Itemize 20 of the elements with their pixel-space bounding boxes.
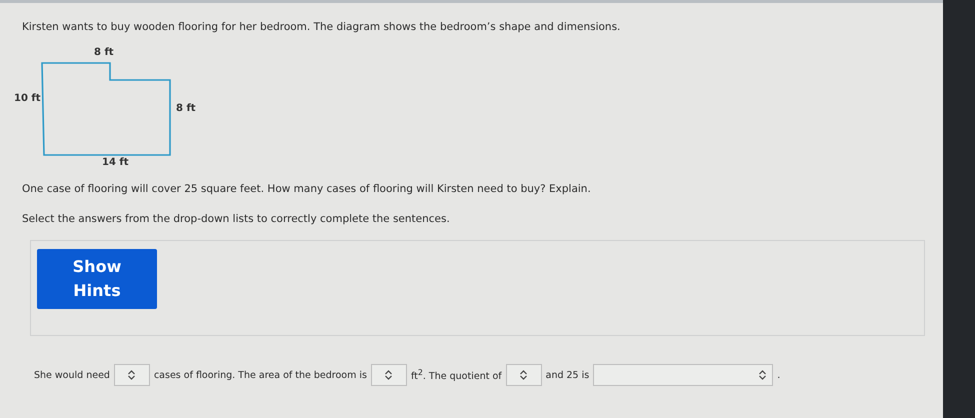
answer-dropdown[interactable] <box>370 364 407 386</box>
question-text: One case of flooring will cover 25 square feet. How many cases of flooring will Kirsten need to buy? Explain. <box>22 183 592 195</box>
sentence-text: . <box>777 370 780 380</box>
caret-icon <box>759 370 766 380</box>
dimension-label: 8 ft <box>176 103 196 114</box>
show-hints-button[interactable]: Show Hints <box>37 249 157 309</box>
sentence-text: cases of flooring. The area of the bedroom is <box>154 370 367 380</box>
sentence-text: and 25 is <box>546 370 590 380</box>
sentence-text: She would need <box>34 370 110 380</box>
sentence-text: ft$^{2}$. The quotient of <box>410 368 502 382</box>
question-text: Kirsten wants to buy wooden flooring for her bedroom. The diagram shows the bedroom’s shape and dimensions. <box>22 21 622 33</box>
instruction-text: Select the answers from the drop-down lists to correctly complete the sentences. <box>22 213 451 225</box>
caret-icon <box>128 370 136 380</box>
caret-icon <box>520 370 528 380</box>
dimension-label: 8 ft <box>94 47 114 58</box>
answer-dropdown[interactable] <box>114 364 150 386</box>
dimension-label: 14 ft <box>102 157 129 168</box>
answer-dropdown[interactable] <box>506 364 542 386</box>
dimension-label: 10 ft <box>14 93 41 104</box>
caret-icon <box>385 370 392 380</box>
